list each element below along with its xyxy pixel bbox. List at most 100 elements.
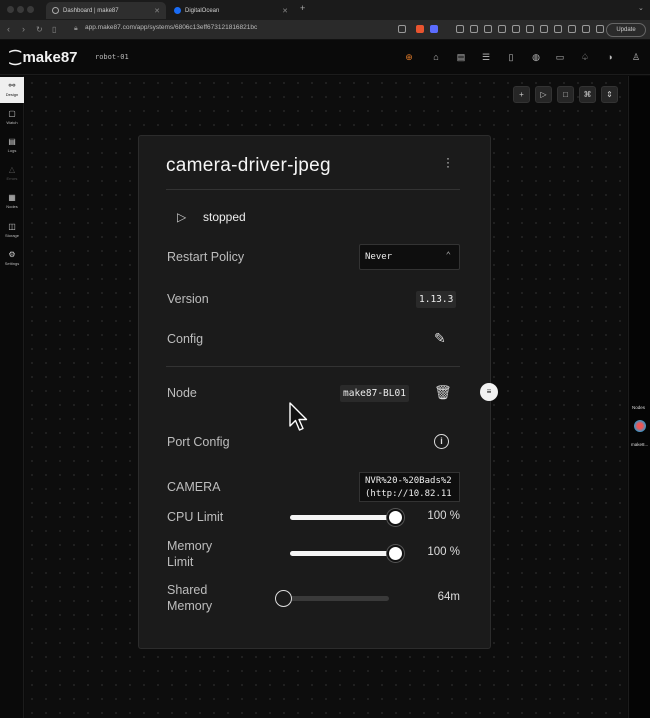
restart-policy-label: Restart Policy [167,250,245,264]
tab-label: Dashboard | make87 [63,7,119,14]
sidebar-item-label: Nodes [6,204,18,209]
sidebar-item-storage[interactable]: ◫ Storage [0,218,24,244]
extension-icon[interactable] [484,25,492,33]
logo[interactable]: ⁐ make87 [10,49,78,66]
theme-toggle-icon[interactable]: ◑ [605,52,615,62]
shared-memory-slider-thumb[interactable] [275,590,292,607]
book-icon[interactable]: ▭ [555,52,565,62]
nodes-icon: ▦ [8,193,16,202]
logo-text: make87 [22,49,78,66]
robot-name[interactable]: robot-01 [95,53,129,61]
port-config-label: Port Config [167,435,230,449]
grid-icon[interactable]: ▤ [456,52,466,62]
sidebar-item-settings[interactable]: ⚙ Settings [0,246,24,272]
trash-icon[interactable]: 🗑︎ [434,384,452,401]
bookmark-icon[interactable]: ▯ [52,25,56,34]
plus-icon: + [519,90,524,99]
url-field[interactable]: app.make87.com/app/systems/6806c13eff673… [85,24,257,31]
arrows-vertical-icon: ⇕ [606,90,613,99]
memory-limit-fill [290,551,394,556]
extension-icon[interactable] [498,25,506,33]
shared-memory-track[interactable] [283,596,389,601]
brave-icon[interactable] [416,25,424,33]
share-icon[interactable] [398,25,406,33]
layout-tool-button[interactable]: ⇕ [601,86,618,103]
watch-icon: ▢ [8,109,16,118]
restart-policy-select[interactable]: Never ⌃ [359,244,460,270]
stop-tool-button[interactable]: □ [557,86,574,103]
tab-favicon-icon [52,7,59,14]
fit-view-button[interactable]: ⌘ [579,86,596,103]
cpu-limit-value: 100 % [427,510,460,522]
extension-icon[interactable] [430,25,438,33]
mouse-cursor-icon [289,402,308,431]
restart-policy-value: Never [365,252,393,262]
design-icon: ⚯ [8,81,16,90]
node-label: Node [167,386,197,400]
node-rail-item-label: make8... [631,442,649,447]
node-avatar[interactable] [634,420,646,432]
memory-limit-value: 100 % [427,546,460,558]
cpu-limit-label: CPU Limit [167,510,224,524]
tab-menu-icon[interactable]: ⌄ [638,4,644,12]
wallet-icon[interactable] [582,25,590,33]
pencil-icon[interactable]: ✎ [434,330,446,347]
user-icon[interactable]: ♙ [631,52,641,62]
sidebar-item-nodes[interactable]: ▦ Nodes [0,189,24,215]
sidebar-item-label: Errors [6,176,18,181]
tab-dashboard[interactable]: Dashboard | make87 ✕ [46,2,166,19]
sidebar-item-design[interactable]: ⚯ Design [0,77,24,103]
config-label: Config [167,332,204,346]
bell-icon[interactable]: ♤ [580,52,590,62]
extension-icon[interactable] [456,25,464,33]
fit-view-icon: ⌘ [583,90,592,99]
nodes-rail [628,76,650,718]
window-maximize-dot[interactable] [27,6,34,13]
forward-icon[interactable]: › [22,24,25,34]
extension-icon[interactable] [526,25,534,33]
add-tool-button[interactable]: + [513,86,530,103]
vpn-icon[interactable] [596,25,604,33]
more-options-icon[interactable]: · · · [446,152,450,172]
sidebar-item-label: Logs [7,148,17,153]
close-icon[interactable]: ✕ [282,7,288,15]
browser-url-bar: ‹ › ↻ ▯ 🔒︎ app.make87.com/app/systems/68… [0,20,650,40]
update-button[interactable]: Update [606,23,646,37]
chevron-up-down-icon: ⌃ [445,251,451,261]
info-icon[interactable]: i [434,434,449,449]
close-icon[interactable]: ✕ [154,7,160,15]
sidebar-item-logs[interactable]: ▤ Logs [0,133,24,159]
sidebar-item-label: Watch [6,120,18,125]
tab-digitalocean[interactable]: DigitalOcean ✕ [168,2,294,19]
play-icon: ▷ [540,90,547,99]
memory-limit-slider-thumb[interactable] [387,545,404,562]
tab-label: DigitalOcean [185,7,220,14]
home-icon[interactable]: ⌂ [431,52,441,62]
back-icon[interactable]: ‹ [7,24,10,34]
extension-icon[interactable] [554,25,562,33]
settings-icon: ⚙ [8,250,16,259]
cpu-limit-slider-thumb[interactable] [387,509,404,526]
node-handle-icon[interactable]: ≡ [480,383,498,401]
list-icon[interactable]: ☰ [481,52,491,62]
play-icon[interactable]: ▷ [177,210,186,224]
errors-icon: △ [8,165,16,174]
app-header: ⁐ make87 robot-01 ⊕ ⌂ ▤ ☰ ▯ ◍ ▭ ♤ ◑ ♙ [0,40,650,75]
shared-memory-value: 64m [437,591,460,603]
database-icon[interactable]: ◍ [531,52,541,62]
run-tool-button[interactable]: ▷ [535,86,552,103]
reload-icon[interactable]: ↻ [36,25,43,34]
new-tab-icon[interactable]: + [300,3,305,13]
camera-field[interactable]: NVR%20-%20Bads%2 (http://10.82.11 [359,472,460,502]
sidebar-toggle-icon[interactable] [568,25,576,33]
window-close-dot[interactable] [7,6,14,13]
window-minimize-dot[interactable] [17,6,24,13]
extension-icon[interactable] [512,25,520,33]
target-icon[interactable]: ⊕ [404,52,414,62]
sidebar: ⚯ Design ▢ Watch ▤ Logs △ Errors ▦ Nodes… [0,76,24,718]
sidebar-item-watch[interactable]: ▢ Watch [0,105,24,131]
extension-icon[interactable] [470,25,478,33]
extension-icon[interactable] [540,25,548,33]
sidebar-item-errors[interactable]: △ Errors [0,161,24,187]
document-icon[interactable]: ▯ [506,52,516,62]
